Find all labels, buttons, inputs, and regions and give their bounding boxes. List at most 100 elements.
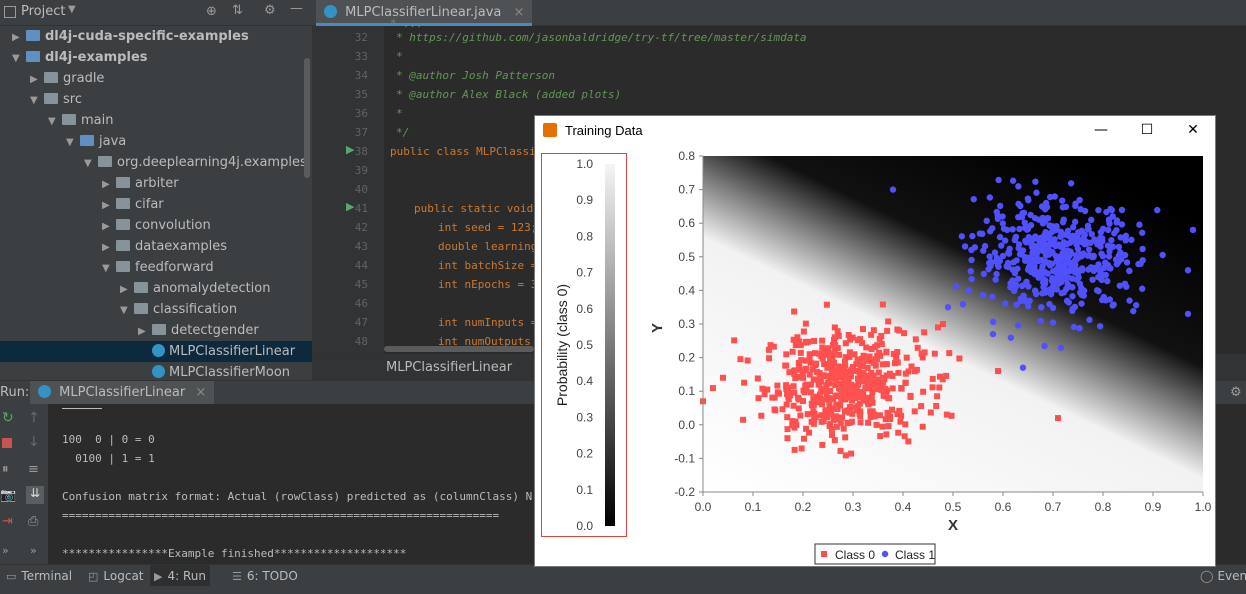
bottom-tab[interactable]: ▶ 4: Run	[150, 565, 210, 587]
class-0-point	[737, 356, 744, 363]
collapse-all-icon[interactable]: ⇅	[232, 3, 243, 18]
class-0-point	[829, 432, 836, 439]
class-1-point	[1097, 273, 1104, 280]
class-1-point	[1046, 260, 1054, 267]
tree-item[interactable]: ▼ org.deeplearning4j.examples	[0, 152, 312, 173]
java-class-icon	[152, 344, 165, 357]
class-1-point	[1031, 214, 1039, 222]
close-tab-icon[interactable]: ×	[514, 5, 525, 20]
soft-wrap-icon[interactable]: ≡	[28, 462, 39, 477]
bottom-tab-label: Logcat	[103, 569, 144, 583]
collapse-arrow-icon[interactable]: ▶	[120, 279, 134, 300]
editor-horizontal-scrollbar[interactable]	[384, 346, 534, 352]
class-1-point	[1159, 251, 1166, 259]
run-gutter-icon[interactable]: ▶	[346, 200, 354, 213]
expand-arrow-icon[interactable]: ▼	[66, 132, 80, 153]
class-1-point	[1049, 319, 1057, 326]
project-title[interactable]: Project	[21, 4, 65, 19]
run-settings-gear-icon[interactable]: ⚙	[1230, 381, 1242, 405]
tree-item[interactable]: ▶ dataexamples	[0, 236, 312, 257]
pause-icon[interactable]: ⏸	[2, 462, 9, 477]
tree-item-label: detectgender	[171, 323, 259, 338]
print-icon[interactable]: ⎙	[28, 514, 38, 529]
tree-item[interactable]: ▼ classification	[0, 299, 312, 320]
class-1-point	[1113, 217, 1121, 224]
expand-arrow-icon[interactable]: ▼	[84, 153, 98, 174]
tree-item[interactable]: ▶ dl4j-cuda-specific-examples	[0, 26, 312, 47]
hide-panel-icon[interactable]: —	[290, 1, 303, 16]
collapse-arrow-icon[interactable]: ▶	[12, 27, 26, 48]
collapse-arrow-icon[interactable]: ▶	[102, 216, 116, 237]
class-1-point	[1003, 226, 1011, 234]
bottom-tab[interactable]: ◰ Logcat	[84, 565, 148, 587]
code-line: int seed = 123;	[438, 221, 538, 234]
colorbar-tick-label: 0.3	[576, 410, 593, 424]
gear-icon[interactable]: ⚙	[264, 3, 276, 18]
class-0-point	[846, 404, 853, 411]
tree-item[interactable]: ▶ anomalydetection	[0, 278, 312, 299]
project-view-dropdown-icon[interactable]: ▼	[68, 4, 76, 15]
class-0-point	[791, 308, 798, 315]
class-0-point	[782, 362, 789, 369]
collapse-arrow-icon[interactable]: ▶	[102, 174, 116, 195]
class-1-point	[1042, 229, 1049, 236]
expand-arrow-icon[interactable]: ▼	[12, 48, 26, 69]
expand-arrow-icon[interactable]: ▼	[30, 90, 44, 111]
tree-item[interactable]: ▼ src	[0, 89, 312, 110]
camera-icon[interactable]: 📷	[0, 488, 16, 503]
tree-item[interactable]: ▶ detectgender	[0, 320, 312, 341]
exit-icon[interactable]: ⇥	[2, 514, 13, 529]
expand-arrow-icon[interactable]: ▼	[120, 300, 134, 321]
tree-item[interactable]: ▶ gradle	[0, 68, 312, 89]
x-tick-label: 0.8	[1095, 500, 1112, 514]
run-config-tab[interactable]: MLPClassifierLinear ×	[30, 381, 215, 405]
class-0-point	[818, 401, 825, 408]
class-0-point	[846, 371, 853, 378]
class-1-point	[997, 202, 1004, 210]
scroll-from-source-icon[interactable]: ⊕	[206, 4, 217, 19]
collapse-arrow-icon[interactable]: ▶	[102, 195, 116, 216]
tree-item[interactable]: ▼ feedforward	[0, 257, 312, 278]
scroll-to-end-icon[interactable]: ⇊	[26, 486, 44, 504]
class-0-point	[889, 406, 896, 413]
tree-item[interactable]: ▼ dl4j-examples	[0, 47, 312, 68]
stop-icon[interactable]	[2, 438, 12, 448]
bottom-tab[interactable]: ▭ Terminal	[2, 565, 76, 587]
expand-arrow-icon[interactable]: ▼	[102, 258, 116, 279]
rerun-icon[interactable]: ↻	[2, 410, 14, 426]
x-tick-label: 0.6	[995, 500, 1012, 514]
scroll-down-icon[interactable]: ↓	[28, 434, 40, 450]
tree-item[interactable]: ▼ main	[0, 110, 312, 131]
more-icon[interactable]: »	[30, 544, 37, 557]
legend-class-0-label: Class 0	[835, 548, 875, 562]
event-log-tab[interactable]: ◯Event	[1200, 565, 1246, 587]
tree-item[interactable]: ▶ arbiter	[0, 173, 312, 194]
expand-arrow-icon[interactable]: ▼	[48, 111, 62, 132]
tree-item[interactable]: ▼ java	[0, 131, 312, 152]
class-1-point	[1080, 250, 1087, 257]
collapse-arrow-icon[interactable]: ▶	[138, 321, 152, 342]
class-1-point	[1086, 316, 1093, 324]
collapse-arrow-icon[interactable]: ▶	[30, 69, 44, 90]
class-1-point	[1009, 177, 1017, 184]
class-1-point	[968, 246, 975, 254]
tree-item[interactable]: ▶ convolution	[0, 215, 312, 236]
scroll-up-icon[interactable]: ↑	[28, 410, 40, 426]
class-1-point	[985, 265, 992, 273]
project-scrollbar[interactable]	[304, 58, 310, 178]
class-1-point	[1085, 266, 1092, 273]
class-0-point	[834, 371, 841, 378]
class-1-point	[994, 215, 1002, 223]
class-0-point	[907, 393, 914, 400]
bottom-tab[interactable]: ☰ 6: TODO	[228, 565, 302, 587]
editor-tab-mlpclassifierlinear[interactable]: MLPClassifierLinear.java ×	[316, 0, 533, 26]
more-left-icon[interactable]: »	[2, 544, 9, 557]
close-run-tab-icon[interactable]: ×	[195, 385, 206, 400]
collapse-arrow-icon[interactable]: ▶	[102, 237, 116, 258]
run-gutter-icon[interactable]: ▶	[346, 143, 354, 156]
tree-item[interactable]: ▶ cifar	[0, 194, 312, 215]
colorbar-tick-label: 1.0	[576, 157, 593, 171]
class-1-point	[1123, 283, 1130, 290]
class-0-point	[797, 342, 804, 349]
tree-item[interactable]: MLPClassifierLinear	[0, 341, 312, 362]
